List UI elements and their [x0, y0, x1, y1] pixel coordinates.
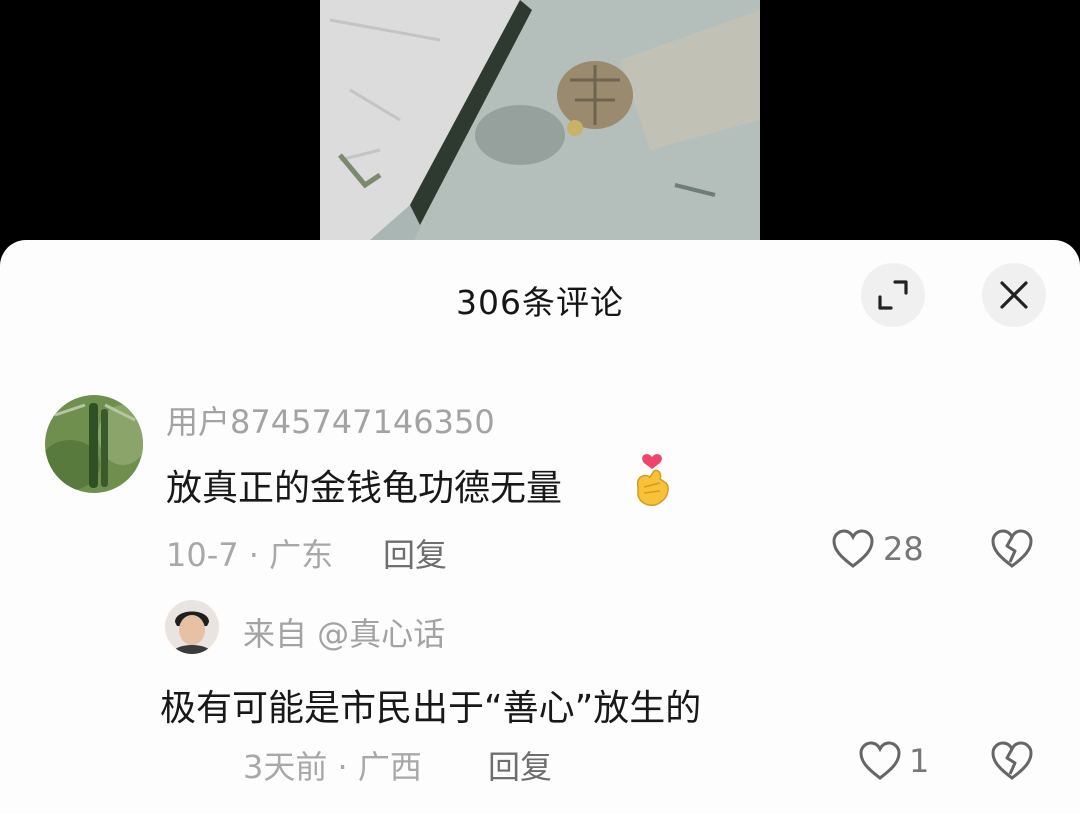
avatar[interactable]: [165, 600, 219, 654]
like-count: 28: [883, 530, 924, 568]
comment-meta: 10-7 · 广东: [166, 536, 334, 574]
comment-text: 极有可能是市民出于“善心”放生的: [160, 688, 702, 729]
finger-heart-emoji-icon: [636, 454, 669, 506]
heart-icon[interactable]: [858, 741, 902, 781]
comment-username[interactable]: 用户8745747146350: [166, 397, 495, 443]
close-icon: [1000, 281, 1028, 309]
expand-button[interactable]: [861, 263, 925, 327]
reply-button[interactable]: 回复: [488, 742, 552, 788]
close-button[interactable]: [982, 263, 1046, 327]
expand-icon: [878, 280, 908, 310]
turtle-video-image: [320, 0, 760, 250]
avatar-image: [165, 600, 219, 654]
video-player[interactable]: [0, 0, 1080, 250]
video-frame[interactable]: [320, 0, 760, 250]
comment-meta: 3天前 · 广西: [243, 748, 422, 786]
like-count: 1: [909, 742, 930, 780]
avatar[interactable]: [45, 395, 143, 493]
comment-username[interactable]: 来自 @真心话: [243, 609, 445, 655]
comment-text: 放真正的金钱龟功德无量: [166, 468, 563, 509]
reply-button[interactable]: 回复: [383, 530, 447, 576]
heart-icon[interactable]: [831, 529, 875, 569]
broken-heart-icon[interactable]: [990, 529, 1034, 569]
broken-heart-icon[interactable]: [990, 741, 1034, 781]
comment-sheet: 306条评论 用户8745747146350 放真正的金钱龟功德无量 10-7 …: [0, 240, 1080, 813]
avatar-image: [45, 395, 143, 493]
